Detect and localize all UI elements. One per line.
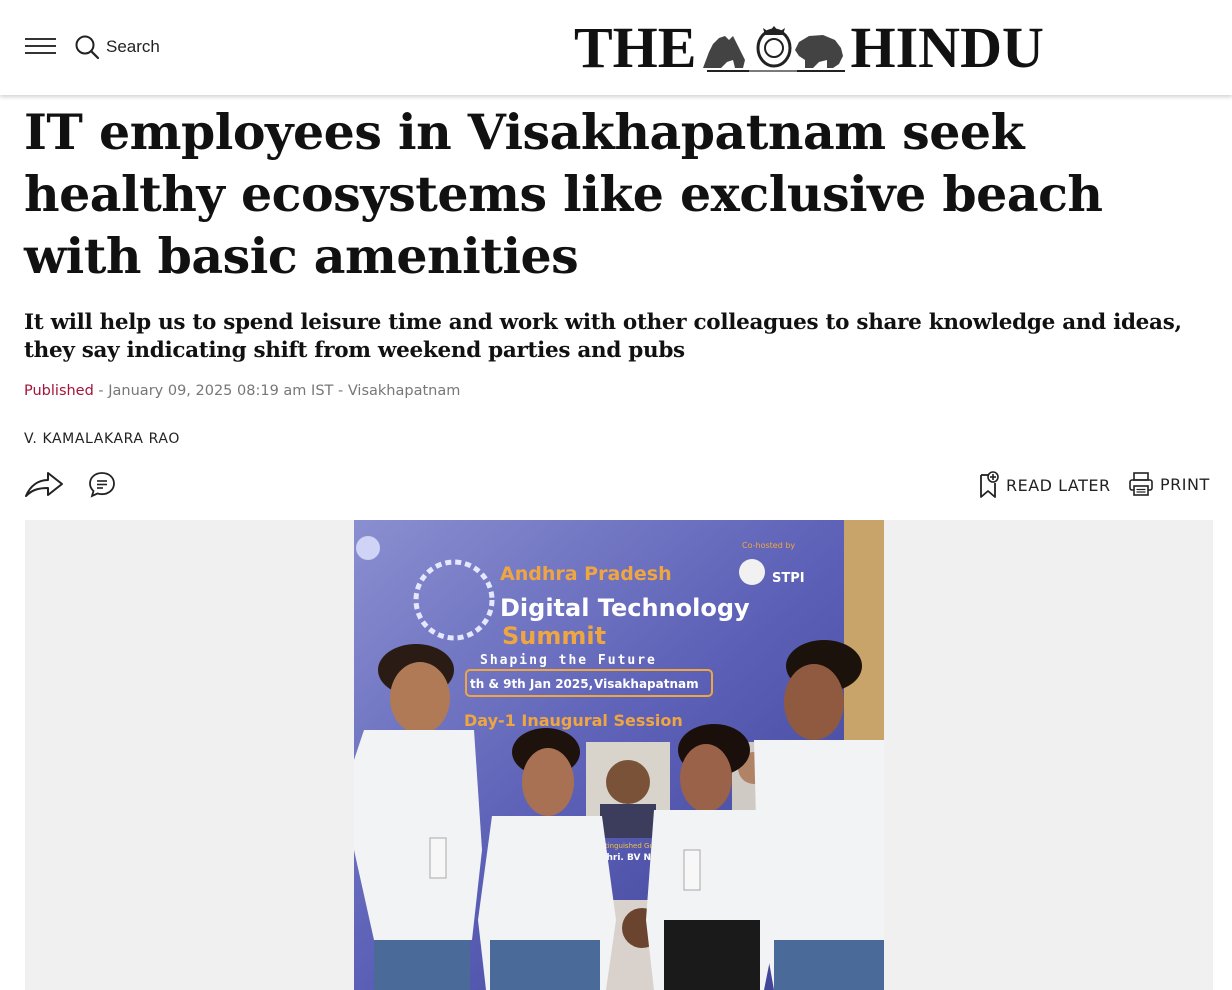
banner-dates: th & 9th Jan 2025, — [470, 677, 593, 691]
comment-icon[interactable] — [88, 470, 116, 498]
banner-line3: Summit — [502, 622, 606, 650]
summit-photo-illustration: Andhra Pradesh Digital Technology Summit… — [354, 520, 884, 990]
article-photo[interactable]: Andhra Pradesh Digital Technology Summit… — [354, 520, 884, 990]
banner-session: Day-1 Inaugural Session — [464, 711, 683, 730]
read-later-button[interactable]: READ LATER — [978, 470, 1111, 500]
hamburger-menu-icon[interactable] — [25, 36, 56, 58]
search-label: Search — [106, 37, 160, 56]
masthead-the: THE — [574, 15, 697, 80]
hindu-crest-emblem — [702, 26, 845, 72]
author-link[interactable]: V. KAMALAKARA RAO — [24, 431, 180, 447]
publish-meta: Published - January 09, 2025 08:19 am IS… — [24, 383, 460, 399]
banner-line2: Digital Technology — [500, 594, 750, 622]
cohosted-label: Co-hosted by — [742, 541, 795, 550]
site-logo[interactable]: THE HINDU — [574, 15, 1066, 80]
print-button[interactable]: PRINT — [1128, 470, 1210, 498]
published-label: Published — [24, 383, 94, 399]
printer-icon — [1129, 472, 1153, 496]
published-detail: - January 09, 2025 08:19 am IST - Visakh… — [93, 383, 461, 399]
print-label: PRINT — [1160, 474, 1210, 494]
bookmark-add-icon — [980, 471, 999, 498]
read-later-label: READ LATER — [1006, 475, 1111, 495]
article-headline: IT employees in Visakhapatnam seek healt… — [24, 103, 1103, 285]
search-icon — [75, 35, 100, 60]
banner-venue: Visakhapatnam — [594, 677, 699, 691]
banner-line1: Andhra Pradesh — [500, 563, 672, 585]
article-image-container: Andhra Pradesh Digital Technology Summit… — [25, 520, 1213, 990]
masthead-hindu: HINDU — [850, 15, 1044, 80]
site-header: Search THE HINDU — [0, 0, 1232, 95]
search-button[interactable]: Search — [74, 32, 160, 62]
share-icon[interactable] — [24, 468, 64, 500]
stpi-label: STPI — [772, 571, 805, 586]
banner-tagline: Shaping the Future — [480, 653, 657, 668]
article-subheadline: It will help us to spend leisure time an… — [24, 310, 1182, 363]
